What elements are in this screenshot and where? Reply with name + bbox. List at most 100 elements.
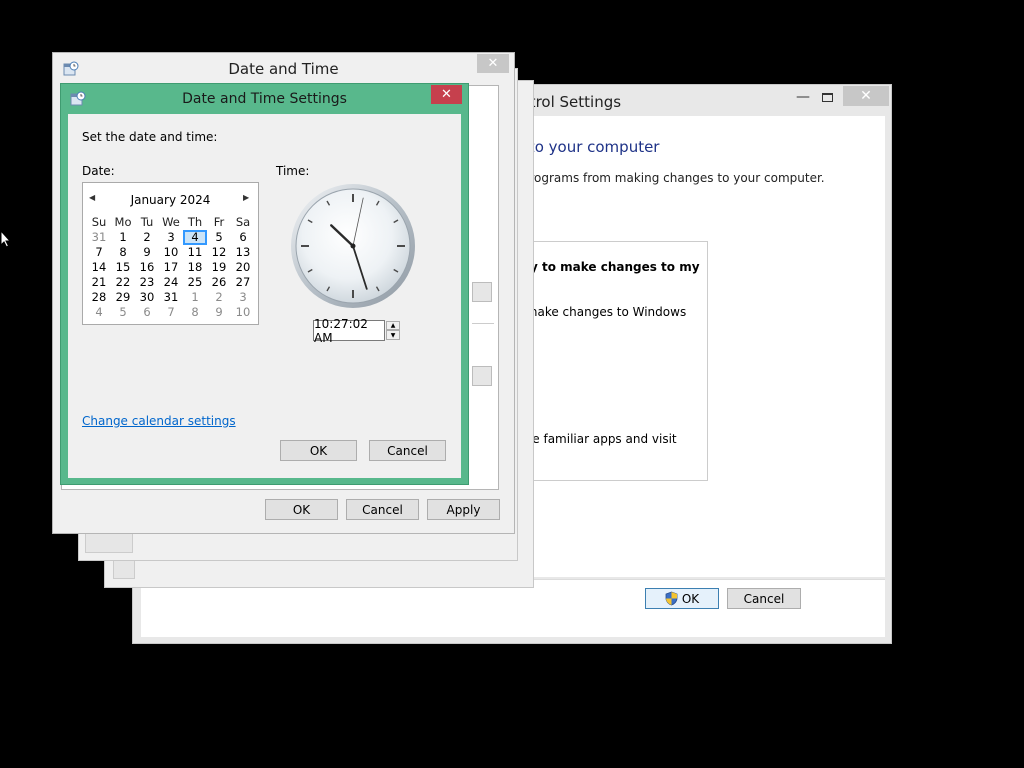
chevron-down-icon: ▼: [390, 331, 396, 339]
close-icon: ✕: [487, 56, 499, 71]
calendar-day[interactable]: 21: [87, 275, 111, 290]
calendar-day[interactable]: 11: [183, 245, 207, 260]
calendar-day[interactable]: 31: [159, 290, 183, 305]
calendar-week-row: 14 15 16 17 18 19 20: [87, 260, 255, 275]
chevron-up-icon: ▲: [390, 322, 396, 329]
previous-month-icon[interactable]: ◀: [89, 193, 97, 203]
maximize-button[interactable]: [817, 88, 837, 106]
weekday-label: Tu: [140, 215, 154, 229]
calendar-day[interactable]: 25: [183, 275, 207, 290]
calendar-day[interactable]: 9: [135, 245, 159, 260]
calendar-day[interactable]: 12: [207, 245, 231, 260]
calendar-day[interactable]: 8: [111, 245, 135, 260]
minimize-icon: —: [796, 89, 810, 105]
calendar-day[interactable]: 27: [231, 275, 255, 290]
cancel-label: Cancel: [387, 443, 428, 458]
apply-button[interactable]: Apply: [427, 499, 500, 520]
time-decrease-button[interactable]: ▼: [386, 330, 400, 340]
cancel-button[interactable]: Cancel: [369, 440, 446, 461]
weekday-label: Mo: [114, 215, 132, 229]
calendar-day[interactable]: 6: [231, 230, 255, 245]
time-increase-button[interactable]: ▲: [386, 321, 400, 330]
analog-clock: [291, 184, 415, 308]
cancel-button[interactable]: Cancel: [346, 499, 419, 520]
calendar-day[interactable]: 13: [231, 245, 255, 260]
calendar-day[interactable]: 14: [87, 260, 111, 275]
calendar-day[interactable]: 28: [87, 290, 111, 305]
calendar-day[interactable]: 10: [159, 245, 183, 260]
cancel-button[interactable]: Cancel: [727, 588, 801, 609]
calendar-day[interactable]: 3: [159, 230, 183, 245]
calendar-day[interactable]: 10: [231, 305, 255, 320]
shield-icon: [665, 591, 678, 606]
calendar-day[interactable]: 29: [111, 290, 135, 305]
calendar-day[interactable]: 5: [111, 305, 135, 320]
date-label: Date:: [82, 164, 115, 178]
weekday-label: Sa: [235, 215, 251, 229]
ok-label: OK: [681, 591, 700, 606]
ok-button[interactable]: OK: [280, 440, 357, 461]
weekday-label: Th: [187, 215, 203, 229]
ok-button[interactable]: OK: [645, 588, 719, 609]
panel-button-stub[interactable]: [472, 366, 492, 386]
calendar-day[interactable]: 16: [135, 260, 159, 275]
page-description: ul programs from making changes to your …: [507, 171, 825, 185]
dialog-body: Set the date and time: Date: Time: Janua…: [68, 114, 461, 478]
calendar-day[interactable]: 6: [135, 305, 159, 320]
panel-button-stub[interactable]: [472, 282, 492, 302]
calendar-day[interactable]: 2: [207, 290, 231, 305]
window-edge-button: [85, 531, 133, 553]
date-time-settings-dialog: Date and Time Settings ✕ Set the date an…: [60, 83, 469, 485]
calendar-day[interactable]: 5: [207, 230, 231, 245]
weekday-header-row: Su Mo Tu We Th Fr Sa: [87, 215, 255, 230]
calendar-day[interactable]: 19: [207, 260, 231, 275]
cancel-label: Cancel: [362, 502, 403, 517]
calendar-day[interactable]: 1: [183, 290, 207, 305]
calendar-day[interactable]: 7: [87, 245, 111, 260]
maximize-icon: [821, 92, 833, 102]
calendar-day[interactable]: 26: [207, 275, 231, 290]
calendar-day[interactable]: 4: [87, 305, 111, 320]
calendar-day[interactable]: 23: [135, 275, 159, 290]
calendar-day[interactable]: 15: [111, 260, 135, 275]
calendar-grid: Su Mo Tu We Th Fr Sa 31 1 2 3 4 5 6 7 8 …: [87, 215, 255, 320]
calendar-control[interactable]: January 2024 ◀ ▶ Su Mo Tu We Th Fr Sa 31…: [82, 182, 259, 325]
calendar-day[interactable]: 1: [111, 230, 135, 245]
calendar-day[interactable]: 2: [135, 230, 159, 245]
calendar-day[interactable]: 18: [183, 260, 207, 275]
divider: [472, 323, 494, 324]
calendar-day[interactable]: 20: [231, 260, 255, 275]
change-calendar-settings-link[interactable]: Change calendar settings: [82, 414, 236, 428]
weekday-label: We: [162, 215, 180, 229]
calendar-week-row: 21 22 23 24 25 26 27: [87, 275, 255, 290]
apply-label: Apply: [446, 502, 481, 517]
calendar-day-selected[interactable]: 4: [183, 230, 207, 245]
close-button[interactable]: ✕: [477, 54, 509, 73]
ok-label: OK: [309, 443, 328, 458]
calendar-day[interactable]: 22: [111, 275, 135, 290]
dialog-title: Date and Time Settings: [182, 91, 347, 107]
calendar-week-row: 4 5 6 7 8 9 10: [87, 305, 255, 320]
time-input[interactable]: 10:27:02 AM: [313, 317, 385, 345]
close-button[interactable]: ✕: [431, 85, 462, 104]
calendar-day[interactable]: 31: [87, 230, 111, 245]
cancel-label: Cancel: [743, 591, 785, 606]
calendar-month-title[interactable]: January 2024: [83, 193, 258, 207]
ok-button[interactable]: OK: [265, 499, 338, 520]
calendar-day[interactable]: 3: [231, 290, 255, 305]
close-button[interactable]: ✕: [843, 86, 889, 106]
calendar-week-row: 28 29 30 31 1 2 3: [87, 290, 255, 305]
calendar-day[interactable]: 17: [159, 260, 183, 275]
weekday-label: Su: [91, 215, 107, 229]
calendar-day[interactable]: 7: [159, 305, 183, 320]
minimize-button[interactable]: —: [793, 88, 813, 106]
window-edge-button: [113, 559, 135, 579]
calendar-day[interactable]: 24: [159, 275, 183, 290]
calendar-day[interactable]: 8: [183, 305, 207, 320]
calendar-week-row: 7 8 9 10 11 12 13: [87, 245, 255, 260]
next-month-icon[interactable]: ▶: [243, 193, 251, 203]
calendar-day[interactable]: 30: [135, 290, 159, 305]
calendar-day[interactable]: 9: [207, 305, 231, 320]
calendar-week-row: 31 1 2 3 4 5 6: [87, 230, 255, 245]
close-icon: ✕: [441, 87, 452, 102]
